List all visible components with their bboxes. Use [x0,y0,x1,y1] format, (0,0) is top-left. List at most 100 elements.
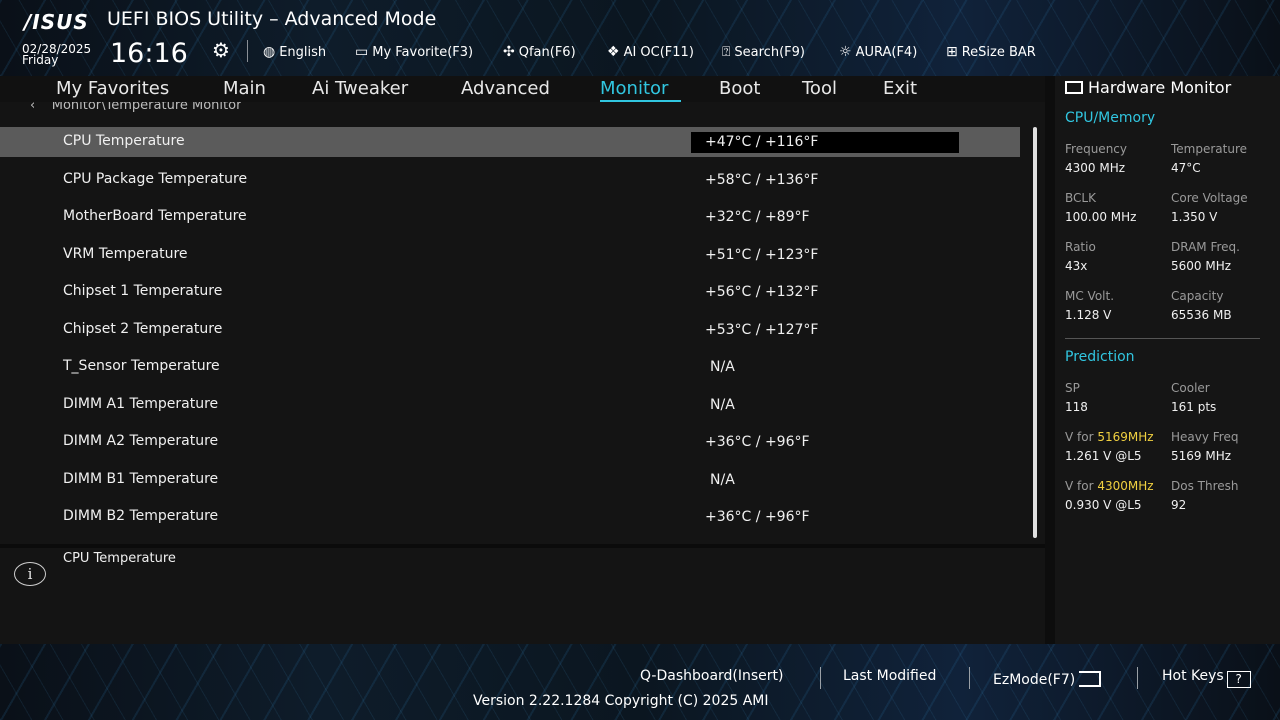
v-for-value-2: 0.930 V @L5 [1065,498,1142,512]
tab-advanced[interactable]: Advanced [461,78,550,99]
capacity-label: Capacity [1171,289,1224,303]
v-for-label-1: V for 5169MHz [1065,430,1154,444]
ai-chip-icon: ❖ [607,44,620,60]
globe-icon: ◍ [263,44,276,60]
row-label: DIMM B2 Temperature [63,508,219,524]
heavy-freq-label: Heavy Freq [1171,430,1239,444]
row-label: DIMM B1 Temperature [63,471,219,487]
row-label: T_Sensor Temperature [63,358,220,374]
v-for-label-2: V for 4300MHz [1065,479,1154,493]
row-value: +36°C / +96°F [705,434,810,450]
footer-divider [969,667,970,689]
ratio-value: 43x [1065,259,1088,273]
row-value: +36°C / +96°F [705,509,810,525]
monitor-icon [1065,81,1083,94]
row-value: N/A [710,359,735,375]
v-for-freq-1: 5169MHz [1097,430,1154,444]
ai-oc-button[interactable]: ❖ AI OC(F11) [607,44,694,60]
cooler-label: Cooler [1171,381,1210,395]
breadcrumb[interactable]: ‹ Monitor\Temperature Monitor [30,102,241,114]
heavy-freq-value: 5169 MHz [1171,449,1232,463]
hot-keys-button[interactable]: Hot Keys? [1162,668,1251,688]
row-t-sensor-temperature[interactable]: T_Sensor Temperature N/A [0,352,1020,382]
v-for-freq-2: 4300MHz [1097,479,1154,493]
search-button[interactable]: ⍰ Search(F9) [722,44,805,60]
footer-divider [1137,667,1138,689]
sp-label: SP [1065,381,1080,395]
resize-bar-icon: ⊞ [946,44,958,60]
row-value: +47°C / +116°F [705,134,819,150]
tab-boot[interactable]: Boot [719,78,760,99]
v-for-value-1: 1.261 V @L5 [1065,449,1142,463]
question-key-icon: ? [1226,671,1251,688]
hardware-monitor-title: Hardware Monitor [1065,78,1231,97]
footer-divider [820,667,821,689]
favorite-icon: ▭ [355,44,369,60]
aura-button[interactable]: ☼ AURA(F4) [839,44,917,60]
info-icon: i [14,562,46,586]
clock[interactable]: 16:16 [110,38,188,69]
search-icon: ⍰ [722,44,731,60]
ezmode-button[interactable]: EzMode(F7) [993,668,1102,688]
row-value: N/A [710,472,735,488]
qfan-button[interactable]: ✣ Qfan(F6) [503,44,576,60]
ratio-label: Ratio [1065,240,1096,254]
tab-tool[interactable]: Tool [802,78,837,99]
tab-main[interactable]: Main [223,78,266,99]
cooler-value: 161 pts [1171,400,1217,414]
cpu-memory-heading: CPU/Memory [1065,110,1156,126]
row-dimm-a1-temperature[interactable]: DIMM A1 Temperature N/A [0,390,1020,420]
core-voltage-label: Core Voltage [1171,191,1248,205]
row-value: +51°C / +123°F [705,247,819,263]
bclk-label: BCLK [1065,191,1096,205]
row-cpu-temperature[interactable]: CPU Temperature +47°C / +116°F [0,127,1020,157]
prediction-heading: Prediction [1065,349,1135,365]
row-dimm-a2-temperature[interactable]: DIMM A2 Temperature +36°C / +96°F [0,427,1020,457]
temperature-value: 47°C [1171,161,1201,175]
row-label: DIMM A2 Temperature [63,433,219,449]
temperature-label: Temperature [1171,142,1248,156]
row-label: CPU Temperature [63,133,185,149]
exit-arrow-icon [1079,671,1102,687]
row-motherboard-temperature[interactable]: MotherBoard Temperature +32°C / +89°F [0,202,1020,232]
frequency-value: 4300 MHz [1065,161,1126,175]
row-chipset-2-temperature[interactable]: Chipset 2 Temperature +53°C / +127°F [0,315,1020,345]
dram-freq-value: 5600 MHz [1171,259,1232,273]
gear-icon[interactable]: ⚙ [212,38,230,62]
core-voltage-value: 1.350 V [1171,210,1218,224]
date-display: 02/28/2025 Friday [22,43,91,67]
dos-thresh-label: Dos Thresh [1171,479,1239,493]
tab-my-favorites[interactable]: My Favorites [56,78,169,99]
language-button[interactable]: ◍ English [263,44,326,60]
scrollbar[interactable] [1033,127,1037,538]
row-chipset-1-temperature[interactable]: Chipset 1 Temperature +56°C / +132°F [0,277,1020,307]
q-dashboard-button[interactable]: Q-Dashboard(Insert) [640,668,784,684]
my-favorite-button[interactable]: ▭ My Favorite(F3) [355,44,473,60]
row-label: MotherBoard Temperature [63,208,247,224]
frequency-label: Frequency [1065,142,1127,156]
capacity-value: 65536 MB [1171,308,1232,322]
row-value: +53°C / +127°F [705,322,819,338]
dos-thresh-value: 92 [1171,498,1187,512]
day-text: Friday [22,53,59,67]
last-modified-button[interactable]: Last Modified [843,668,936,684]
row-value: N/A [710,397,735,413]
sp-value: 118 [1065,400,1088,414]
mc-volt-label: MC Volt. [1065,289,1115,303]
hw-divider [1065,338,1260,339]
back-arrow-icon[interactable]: ‹ [30,102,35,113]
row-vrm-temperature[interactable]: VRM Temperature +51°C / +123°F [0,240,1020,270]
row-label: Chipset 2 Temperature [63,321,223,337]
window-title: UEFI BIOS Utility – Advanced Mode [107,8,437,30]
tab-exit[interactable]: Exit [883,78,917,99]
row-cpu-package-temperature[interactable]: CPU Package Temperature +58°C / +136°F [0,165,1020,195]
row-dimm-b2-temperature[interactable]: DIMM B2 Temperature +36°C / +96°F [0,502,1020,532]
row-value: +56°C / +132°F [705,284,819,300]
tab-monitor[interactable]: Monitor [600,78,668,99]
row-label: VRM Temperature [63,246,188,262]
divider [247,40,248,62]
tab-ai-tweaker[interactable]: Ai Tweaker [312,78,408,99]
row-value: +58°C / +136°F [705,172,819,188]
resize-bar-button[interactable]: ⊞ ReSize BAR [946,44,1036,60]
row-dimm-b1-temperature[interactable]: DIMM B1 Temperature N/A [0,465,1020,495]
